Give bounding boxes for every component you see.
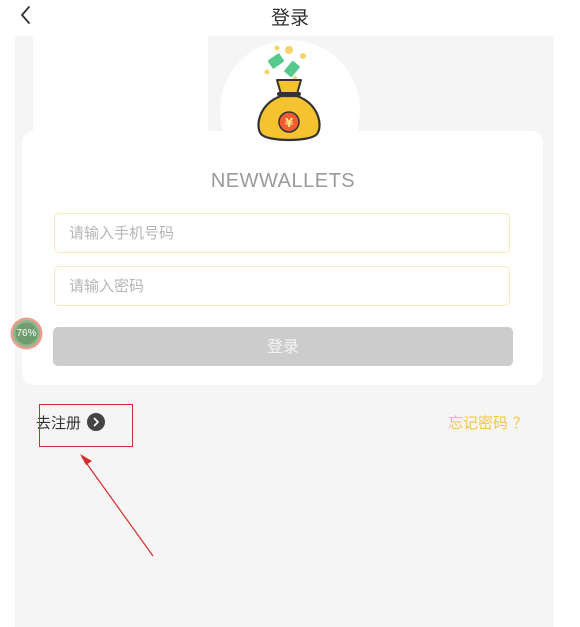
phone-input[interactable] xyxy=(54,213,510,253)
annotation-box xyxy=(39,404,133,447)
redaction-overlay xyxy=(33,8,208,185)
progress-label: 76% xyxy=(16,328,37,339)
brand-name: NEWWALLETS xyxy=(210,170,356,192)
login-button[interactable]: 登录 xyxy=(53,327,513,366)
money-bag-icon: ¥ xyxy=(257,45,321,142)
forgot-password-link[interactable]: 忘记密码 ？ xyxy=(448,412,528,433)
svg-text:¥: ¥ xyxy=(285,116,294,130)
password-input[interactable] xyxy=(54,266,510,306)
annotation-arrow xyxy=(80,454,154,557)
